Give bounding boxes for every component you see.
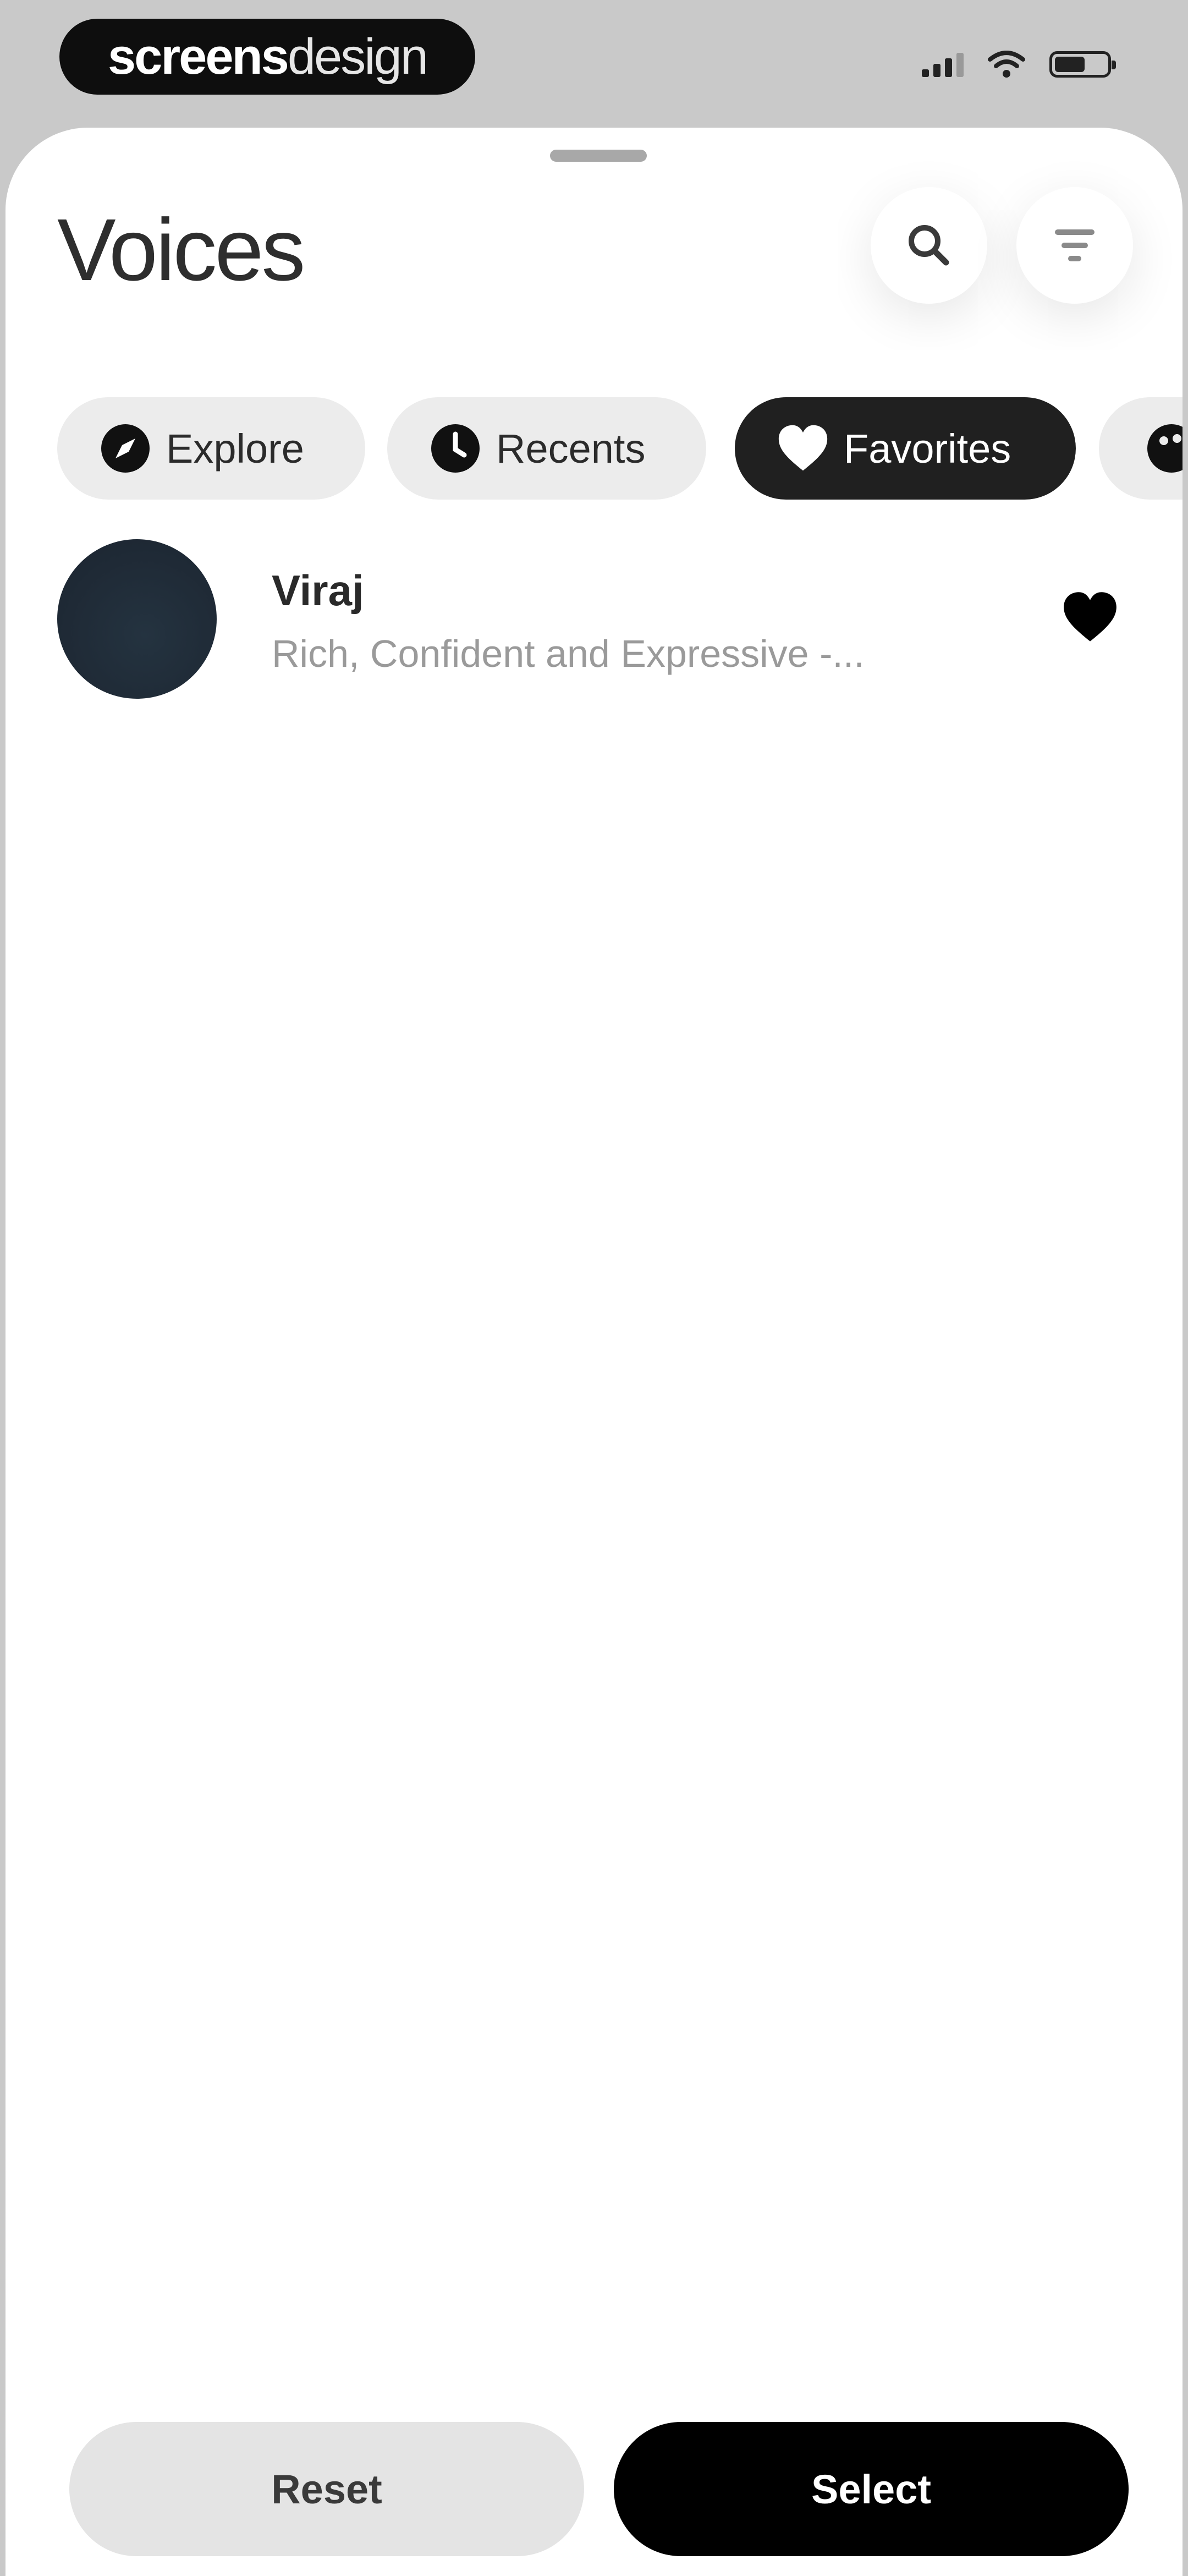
- battery-icon: [1049, 51, 1116, 78]
- palette-icon: [1145, 422, 1182, 475]
- tab-favorites-label: Favorites: [844, 425, 1011, 472]
- favorite-button[interactable]: [1055, 582, 1125, 653]
- heart-icon: [1064, 592, 1116, 642]
- voices-sheet: Voices Explore Recents Favorites Viraj R…: [6, 128, 1182, 2576]
- select-button[interactable]: Select: [614, 2422, 1129, 2556]
- tab-more[interactable]: [1099, 397, 1182, 500]
- avatar: [57, 539, 217, 699]
- status-bar: screens design: [0, 0, 1188, 127]
- tab-favorites[interactable]: Favorites: [735, 397, 1076, 500]
- page-title: Voices: [57, 200, 305, 299]
- clock-icon: [429, 422, 482, 475]
- brand-badge: screens design: [59, 19, 475, 95]
- status-icons: [922, 51, 1116, 78]
- reset-button[interactable]: Reset: [69, 2422, 584, 2556]
- filter-button[interactable]: [1016, 187, 1133, 304]
- brand-text-light: design: [287, 28, 428, 85]
- heart-icon: [777, 422, 829, 475]
- compass-icon: [99, 422, 152, 475]
- cellular-signal-icon: [922, 52, 964, 77]
- list-item[interactable]: Viraj Rich, Confident and Expressive -..…: [57, 539, 1135, 704]
- tab-explore[interactable]: Explore: [57, 397, 365, 500]
- tab-recents-label: Recents: [496, 425, 646, 472]
- brand-text-bold: screens: [108, 28, 289, 85]
- search-button[interactable]: [871, 187, 987, 304]
- sheet-grabber[interactable]: [550, 150, 647, 162]
- tab-explore-label: Explore: [166, 425, 304, 472]
- voice-description: Rich, Confident and Expressive -...: [272, 632, 865, 675]
- voice-tabs: Explore Recents Favorites: [57, 397, 1182, 500]
- tab-recents[interactable]: Recents: [387, 397, 706, 500]
- wifi-icon: [988, 51, 1025, 78]
- search-icon: [909, 225, 949, 266]
- voice-name: Viraj: [272, 566, 364, 615]
- filter-icon: [1055, 229, 1094, 261]
